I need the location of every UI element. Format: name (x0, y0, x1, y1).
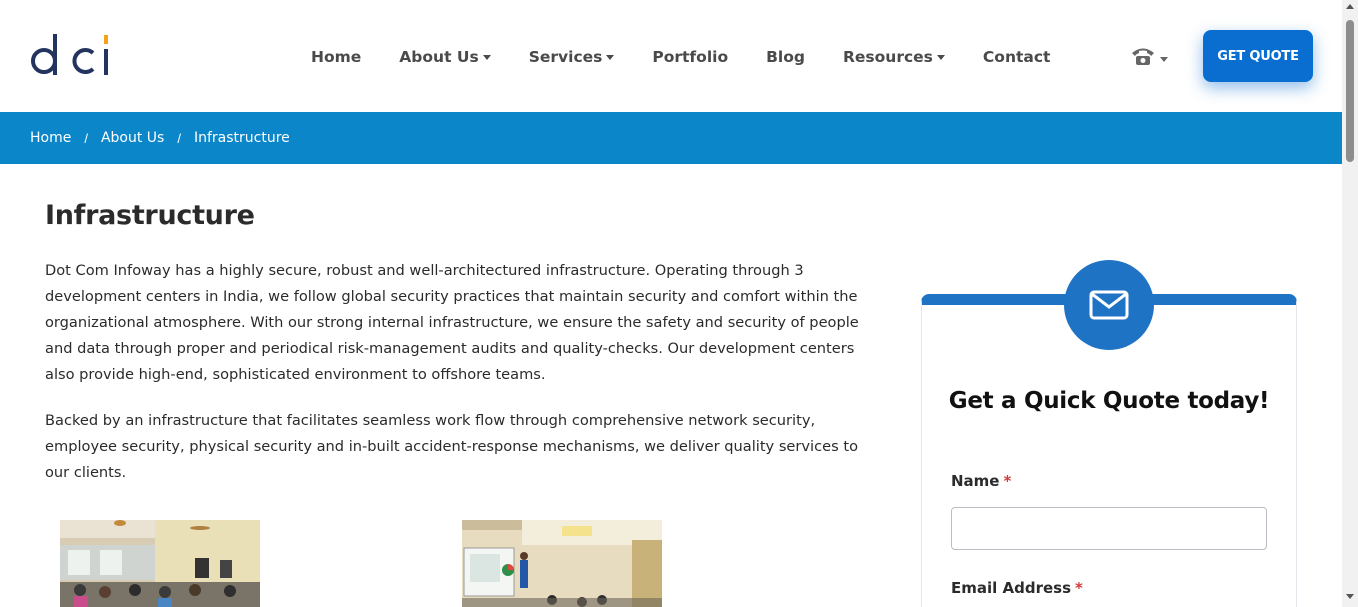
nav-portfolio[interactable]: Portfolio (652, 48, 728, 66)
quote-form-title: Get a Quick Quote today! (948, 388, 1270, 414)
breadcrumb-separator: / (177, 130, 181, 146)
required-marker: * (1003, 472, 1012, 490)
scrollbar-thumb[interactable] (1346, 20, 1354, 162)
dci-logo[interactable] (30, 32, 112, 80)
phone-icon (1132, 48, 1154, 65)
phone-dropdown[interactable] (1130, 45, 1168, 67)
required-marker: * (1075, 579, 1083, 597)
caret-down-icon (1160, 56, 1168, 62)
scroll-up-arrow-icon[interactable] (1346, 4, 1354, 9)
nav-home[interactable]: Home (311, 48, 361, 66)
caret-down-icon (606, 55, 615, 60)
site-header: Home About Us Services Portfolio Blog Re… (0, 0, 1342, 112)
nav-contact[interactable]: Contact (983, 48, 1051, 66)
get-quote-button[interactable]: GET QUOTE (1203, 30, 1313, 82)
envelope-icon (1089, 290, 1129, 320)
caret-down-icon (482, 55, 491, 60)
intro-paragraph: Dot Com Infoway has a highly secure, rob… (45, 262, 859, 383)
breadcrumb-current: Infrastructure (193, 130, 290, 146)
scroll-down-arrow-icon[interactable] (1346, 594, 1354, 599)
office-photo (60, 520, 260, 607)
nav-resources[interactable]: Resources (843, 48, 945, 66)
training-room-photo (462, 520, 662, 607)
breadcrumb: Home / About Us / Infrastructure (0, 112, 1342, 164)
caret-down-icon (936, 55, 945, 60)
page-scrollbar[interactable] (1342, 0, 1358, 607)
name-label: Name * (951, 472, 1012, 490)
page-title: Infrastructure (45, 200, 255, 231)
breadcrumb-about-us[interactable]: About Us (101, 130, 164, 146)
infrastructure-paragraph: Backed by an infrastructure that facilit… (45, 412, 858, 481)
breadcrumb-separator: / (84, 130, 88, 146)
nav-blog[interactable]: Blog (766, 48, 805, 66)
breadcrumb-home[interactable]: Home (30, 130, 71, 146)
email-label: Email Address * (951, 579, 1083, 597)
nav-services[interactable]: Services (529, 48, 615, 66)
envelope-icon-badge (1064, 260, 1154, 350)
name-input[interactable] (951, 507, 1267, 550)
main-nav: Home About Us Services Portfolio Blog Re… (293, 45, 1088, 69)
nav-about-us[interactable]: About Us (399, 48, 491, 66)
